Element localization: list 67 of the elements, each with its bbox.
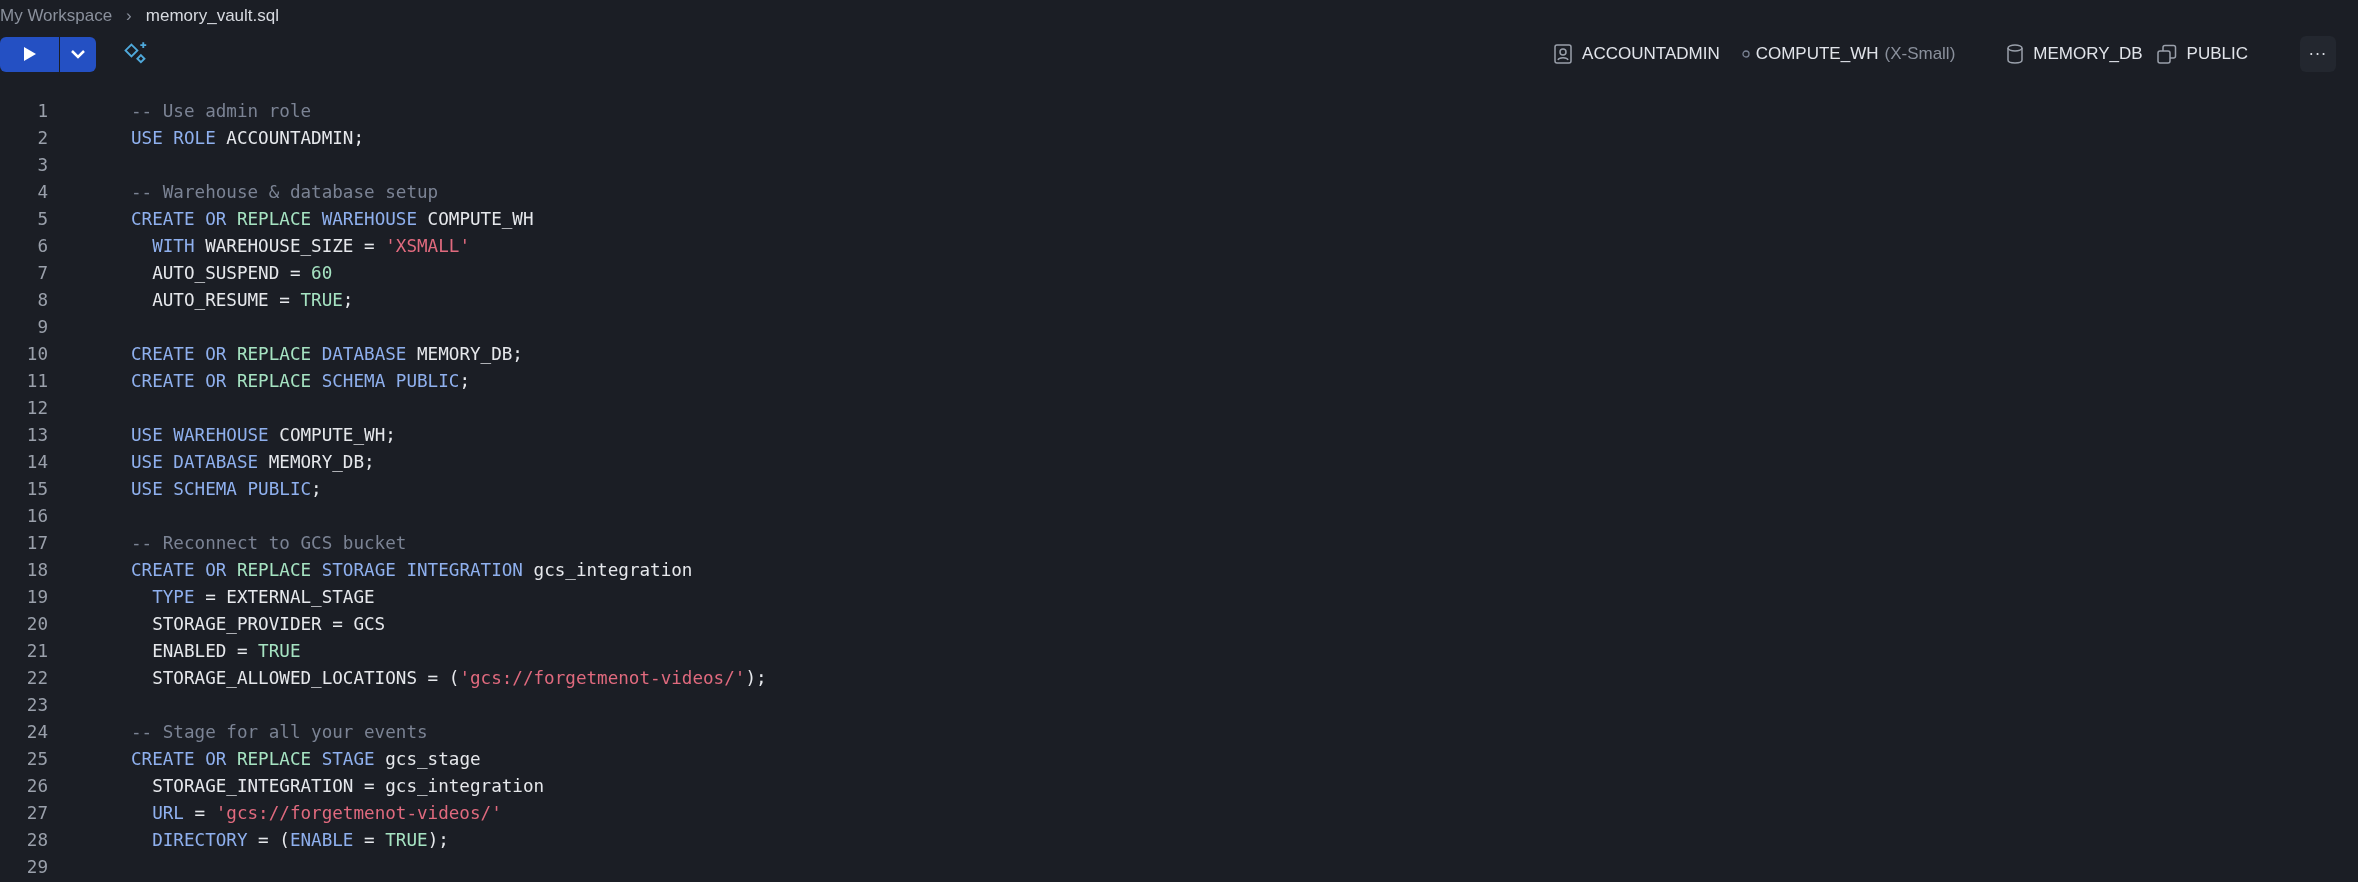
code-comment: -- Use admin role <box>131 100 312 121</box>
line-number: 2 <box>36 127 48 148</box>
line-number: 27 <box>25 802 48 823</box>
line-number: 16 <box>25 505 48 526</box>
line-number: 28 <box>25 829 48 850</box>
line-number: 19 <box>25 586 48 607</box>
warehouse-selector[interactable]: COMPUTE_WH <box>1755 44 1879 64</box>
code-line: CREATE OR REPLACE DATABASE MEMORY_DB; <box>131 343 523 364</box>
layers-icon <box>2156 44 2177 64</box>
code-line: WITH WAREHOUSE_SIZE = 'XSMALL' <box>151 235 470 256</box>
play-icon <box>22 46 37 62</box>
code-line: STORAGE_INTEGRATION = gcs_integration <box>151 775 545 796</box>
line-number: 11 <box>25 370 48 391</box>
line-number: 17 <box>25 532 48 553</box>
schema-selector[interactable]: PUBLIC <box>2186 44 2248 64</box>
line-number: 4 <box>36 181 48 202</box>
warehouse-size: (X-Small) <box>1884 44 1956 64</box>
code-line: CREATE OR REPLACE WAREHOUSE COMPUTE_WH <box>131 208 534 229</box>
code-comment: -- Stage for all your events <box>131 721 428 742</box>
user-icon <box>1554 44 1573 64</box>
breadcrumb-separator: › <box>126 6 132 26</box>
line-number: 22 <box>25 667 48 688</box>
role-selector[interactable]: ACCOUNTADMIN <box>1582 44 1720 64</box>
line-number: 3 <box>36 154 48 175</box>
code-line: AUTO_SUSPEND = 60 <box>151 262 333 283</box>
database-icon <box>2007 44 2024 64</box>
file-name: memory_vault.sql <box>145 6 279 26</box>
line-number: 10 <box>25 343 48 364</box>
line-number: 8 <box>36 289 48 310</box>
line-number: 1 <box>36 100 48 121</box>
line-number: 13 <box>25 424 48 445</box>
line-number: 18 <box>25 559 48 580</box>
line-number: 15 <box>25 478 48 499</box>
line-number: 7 <box>36 262 48 283</box>
code-line: STORAGE_PROVIDER = GCS <box>151 613 386 634</box>
line-number: 25 <box>25 748 48 769</box>
code-line: DIRECTORY = (ENABLE = TRUE); <box>151 829 449 850</box>
code-line: USE SCHEMA PUBLIC; <box>131 478 322 499</box>
code-comment: -- Warehouse & database setup <box>131 181 439 202</box>
line-number: 29 <box>25 856 48 877</box>
chevron-down-icon <box>70 49 86 59</box>
code-comment: -- Reconnect to GCS bucket <box>131 532 407 553</box>
breadcrumb-link[interactable]: My Workspace <box>0 6 113 26</box>
status-dot-icon <box>1741 50 1750 58</box>
line-number: 24 <box>25 721 48 742</box>
code-line: USE ROLE ACCOUNTADMIN; <box>131 127 365 148</box>
line-number: 9 <box>36 316 48 337</box>
line-number: 5 <box>36 208 48 229</box>
line-number: 26 <box>25 775 48 796</box>
code-line: TYPE = EXTERNAL_STAGE <box>151 586 375 607</box>
code-line: AUTO_RESUME = TRUE; <box>151 289 354 310</box>
code-line: USE DATABASE MEMORY_DB; <box>131 451 375 472</box>
line-number: 6 <box>36 235 48 256</box>
code-line: CREATE OR REPLACE STORAGE INTEGRATION gcs_integration <box>131 559 693 580</box>
more-button[interactable]: ··· <box>2300 36 2336 72</box>
code-line: URL = 'gcs://forgetmenot-videos/' <box>151 802 502 823</box>
line-number: 14 <box>25 451 48 472</box>
line-number: 20 <box>25 613 48 634</box>
code-line: CREATE OR REPLACE SCHEMA PUBLIC; <box>131 370 470 391</box>
line-number: 23 <box>25 694 48 715</box>
code-line: CREATE OR REPLACE STAGE gcs_stage <box>131 748 481 769</box>
database-selector[interactable]: MEMORY_DB <box>2033 44 2143 64</box>
line-number: 21 <box>25 640 48 661</box>
code-line: ENABLED = TRUE <box>151 640 301 661</box>
code-line: STORAGE_ALLOWED_LOCATIONS = ('gcs://forgetmenot-videos/'); <box>151 667 767 688</box>
line-number: 12 <box>25 397 48 418</box>
code-line: USE WAREHOUSE COMPUTE_WH; <box>131 424 396 445</box>
